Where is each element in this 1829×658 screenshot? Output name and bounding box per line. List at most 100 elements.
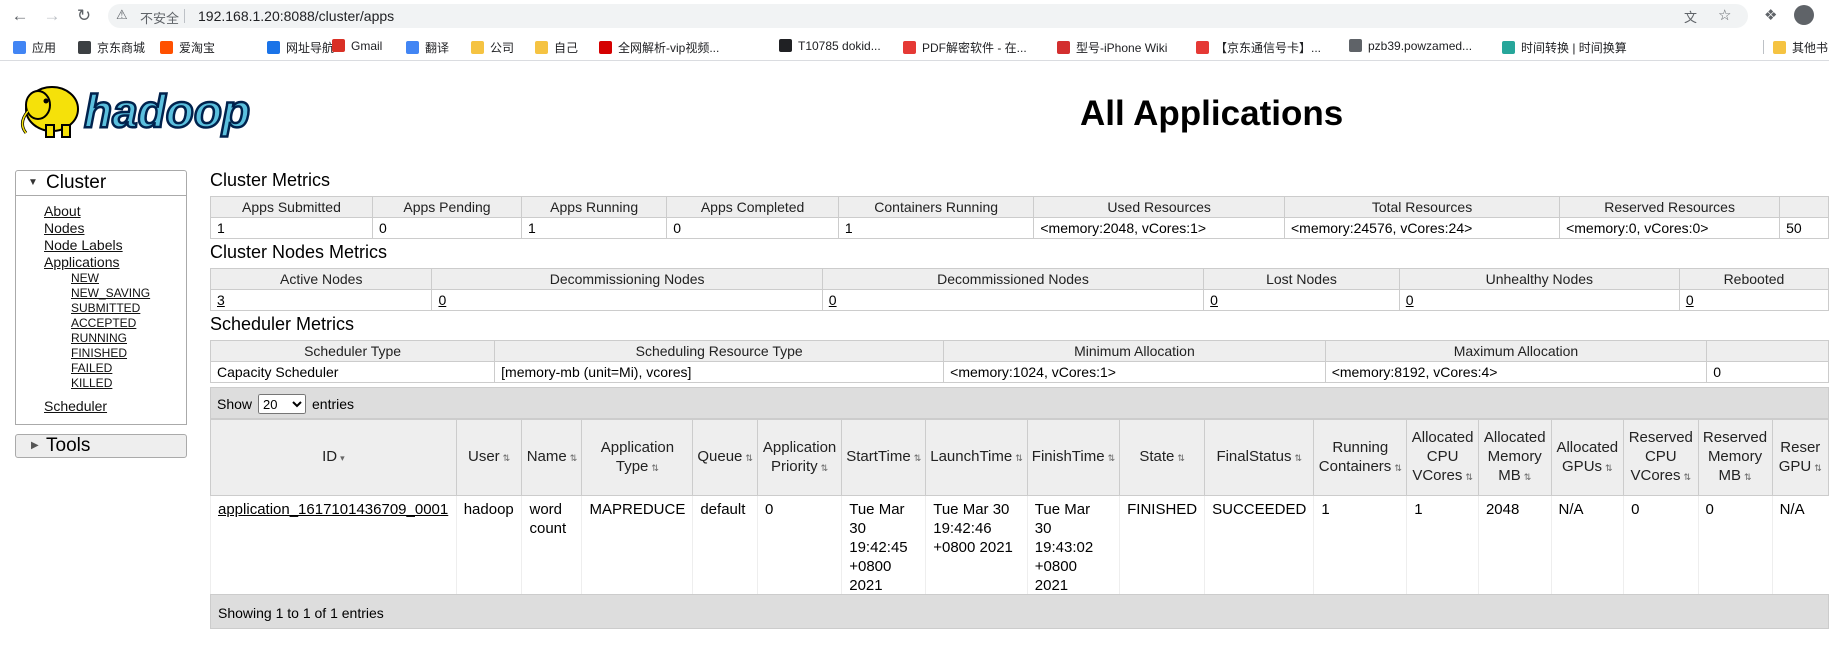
cell-text: 1: [1414, 501, 1423, 518]
bookmark-item[interactable]: 京东商城: [78, 39, 145, 56]
metric-value-link[interactable]: 0: [1406, 292, 1414, 308]
sidebar-state-finished[interactable]: FINISHED: [71, 346, 186, 361]
sort-icon[interactable]: ⇅: [1684, 472, 1692, 482]
reload-icon[interactable]: ↻: [74, 6, 94, 26]
forward-arrow-icon[interactable]: →: [42, 6, 62, 26]
sort-icon[interactable]: ⇅: [503, 453, 511, 463]
sidebar-state-failed[interactable]: FAILED: [71, 361, 186, 376]
extensions-icon[interactable]: ❖: [1764, 6, 1777, 24]
profile-avatar-icon[interactable]: [1794, 5, 1814, 25]
star-icon[interactable]: ☆: [1718, 6, 1731, 24]
sort-icon[interactable]: ⇅: [570, 453, 578, 463]
sidebar-link-about[interactable]: About: [44, 203, 186, 220]
column-header-reserved-memory-mb[interactable]: Reserved Memory MB ⇅: [1697, 419, 1773, 496]
metric-header-unhealthy-nodes: Unhealthy Nodes: [1398, 268, 1680, 290]
sort-icon[interactable]: ⇅: [1177, 453, 1185, 463]
bookmark-item[interactable]: 其他书: [1773, 39, 1828, 56]
column-header-allocated-memory-mb[interactable]: Allocated Memory MB ⇅: [1477, 419, 1552, 496]
sort-icon[interactable]: ⇅: [1814, 463, 1822, 473]
sort-icon[interactable]: ▾: [340, 453, 345, 463]
sidebar-link-node-labels[interactable]: Node Labels: [44, 237, 186, 254]
tools-section-header[interactable]: ▶ Tools: [15, 434, 187, 458]
sort-icon[interactable]: ⇅: [1108, 453, 1116, 463]
application-id-link[interactable]: application_1617101436709_0001: [218, 501, 448, 518]
bookmark-item[interactable]: 自己: [535, 39, 578, 56]
hadoop-logo[interactable]: hadoop: [16, 75, 316, 147]
column-header-label: FinalStatus: [1216, 448, 1292, 465]
sort-icon[interactable]: ⇅: [745, 453, 753, 463]
cell-text: +0800: [849, 558, 892, 575]
bookmark-item[interactable]: 公司: [471, 39, 514, 56]
bookmark-item[interactable]: PDF解密软件 - 在...: [903, 39, 1027, 56]
sort-icon[interactable]: ⇅: [1394, 463, 1402, 473]
column-header-finalstatus[interactable]: FinalStatus ⇅: [1204, 419, 1315, 496]
sort-icon[interactable]: ⇅: [821, 463, 829, 473]
metric-value-link[interactable]: 0: [1686, 292, 1694, 308]
column-header-name[interactable]: Name ⇅: [521, 419, 583, 496]
sidebar-link-applications[interactable]: Applications: [44, 254, 186, 271]
bookmark-item[interactable]: 【京东通信号卡】...: [1196, 39, 1321, 56]
column-header-state[interactable]: State ⇅: [1119, 419, 1206, 496]
page-size-select[interactable]: 20: [258, 394, 306, 414]
bookmark-item[interactable]: 翻译: [406, 39, 449, 56]
column-header-queue[interactable]: Queue ⇅: [692, 419, 758, 496]
column-header-application-priority[interactable]: Application Priority ⇅: [756, 419, 843, 496]
metric-value-link[interactable]: 0: [1210, 292, 1218, 308]
sidebar-link-nodes[interactable]: Nodes: [44, 220, 186, 237]
bookmark-item[interactable]: 型号-iPhone Wiki: [1057, 39, 1167, 56]
url-text[interactable]: 192.168.1.20:8088/cluster/apps: [198, 8, 394, 24]
bookmark-item[interactable]: 全网解析-vip视频...: [599, 39, 719, 56]
metric-value-link[interactable]: 0: [438, 292, 446, 308]
sort-icon[interactable]: ⇅: [651, 463, 659, 473]
column-header-allocated-cpu-vcores[interactable]: Allocated CPU VCores ⇅: [1406, 419, 1479, 496]
translate-icon[interactable]: 文: [1684, 7, 1697, 26]
column-header-running-containers[interactable]: Running Containers ⇅: [1313, 419, 1408, 496]
bookmark-item[interactable]: 爱淘宝: [160, 39, 215, 56]
metric-header-apps-completed: Apps Completed: [666, 196, 839, 218]
back-arrow-icon[interactable]: ←: [10, 6, 30, 26]
sidebar-state-new[interactable]: NEW: [71, 271, 186, 286]
column-header-id[interactable]: ID ▾: [210, 419, 457, 496]
column-header-allocated-gpus[interactable]: Allocated GPUs ⇅: [1550, 419, 1625, 496]
sort-icon[interactable]: ⇅: [1294, 453, 1302, 463]
column-header-starttime[interactable]: StartTime ⇅: [841, 419, 927, 496]
column-header-launchtime[interactable]: LaunchTime ⇅: [925, 419, 1028, 496]
column-header-reserved-cpu-vcores[interactable]: Reserved CPU VCores ⇅: [1623, 419, 1699, 496]
bookmark-item[interactable]: Gmail: [332, 39, 382, 53]
column-header-label: Allocated: [1483, 429, 1546, 446]
bookmark-label: 【京东通信号卡】...: [1215, 41, 1322, 55]
bookmark-item[interactable]: 应用: [13, 39, 56, 56]
sidebar-state-submitted[interactable]: SUBMITTED: [71, 301, 186, 316]
sort-icon[interactable]: ⇅: [1524, 472, 1532, 482]
sidebar-state-killed[interactable]: KILLED: [71, 376, 186, 391]
sidebar-state-new-saving[interactable]: NEW_SAVING: [71, 286, 186, 301]
metric-value-link[interactable]: 0: [829, 292, 837, 308]
sort-icon[interactable]: ⇅: [914, 453, 922, 463]
column-header-application-type[interactable]: Application Type ⇅: [581, 419, 694, 496]
bookmark-icon: [1057, 41, 1070, 54]
sort-icon[interactable]: ⇅: [1605, 463, 1613, 473]
bookmark-item[interactable]: 时间转换 | 时间换算: [1502, 39, 1627, 56]
metric-value-link[interactable]: 3: [217, 292, 225, 308]
security-label[interactable]: 不安全: [140, 8, 179, 27]
bookmark-item[interactable]: T10785 dokid...: [779, 39, 881, 53]
sidebar-link-scheduler[interactable]: Scheduler: [44, 398, 186, 415]
table-row[interactable]: application_1617101436709_0001 hadoop word…: [210, 495, 1829, 599]
address-bar[interactable]: ⚠ 不安全 192.168.1.20:8088/cluster/apps 文 ☆: [108, 4, 1748, 28]
cluster-section-header[interactable]: ▼ Cluster: [15, 170, 187, 196]
bookmark-item[interactable]: pzb39.powzamed...: [1349, 39, 1472, 53]
sort-icon[interactable]: ⇅: [1465, 472, 1473, 482]
bookmark-item[interactable]: 网址导航: [267, 39, 334, 56]
cell-text: +0800 2021: [933, 539, 1013, 556]
column-header-finishtime[interactable]: FinishTime ⇅: [1026, 419, 1121, 496]
cell-text: FINISHED: [1127, 501, 1198, 518]
sidebar-state-accepted[interactable]: ACCEPTED: [71, 316, 186, 331]
sidebar-state-running[interactable]: RUNNING: [71, 331, 186, 346]
metrics-header-row: Scheduler Type Scheduling Resource Type Mi…: [209, 340, 1829, 362]
sort-icon[interactable]: ⇅: [1744, 472, 1752, 482]
column-header-user[interactable]: User ⇅: [455, 419, 523, 496]
column-header-reser-gpu[interactable]: Reser GPU ⇅: [1771, 419, 1829, 496]
warning-icon[interactable]: ⚠: [116, 7, 128, 23]
sort-icon[interactable]: ⇅: [1015, 453, 1023, 463]
